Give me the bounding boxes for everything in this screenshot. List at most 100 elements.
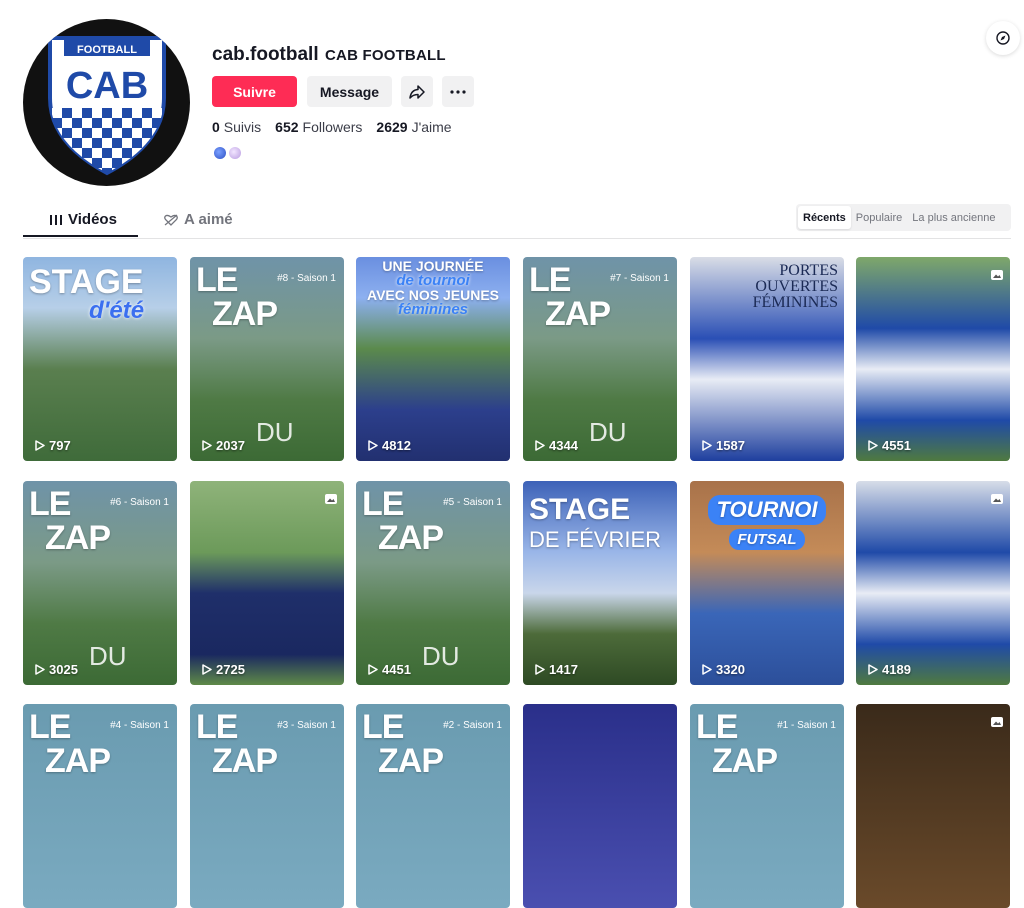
video-card[interactable]: LE ZAP #4 - Saison 1 — [23, 704, 177, 908]
video-view-count: 3320 — [702, 662, 745, 677]
video-card[interactable]: DU LE ZAP #7 - Saison 1 4344 — [523, 257, 677, 461]
video-episode-label: #7 - Saison 1 — [610, 273, 669, 284]
video-view-count: 4551 — [868, 438, 911, 453]
video-card[interactable]: LE ZAP #2 - Saison 1 — [356, 704, 510, 908]
video-card[interactable]: DU LE ZAP #6 - Saison 1 3025 — [23, 481, 177, 685]
play-icon — [702, 440, 712, 451]
video-card[interactable]: STAGE d'été 797 — [23, 257, 177, 461]
profile-stats: 0 Suivis 652 Followers 2629 J'aime — [212, 119, 452, 135]
play-icon — [868, 664, 878, 675]
video-view-count: 797 — [35, 438, 71, 453]
tab-videos-label: Vidéos — [68, 211, 117, 228]
video-card[interactable]: 2725 — [190, 481, 344, 685]
hidden-heart-icon — [164, 214, 178, 226]
video-cover-subtitle: DU — [256, 417, 294, 447]
video-cover-title: PORTES OUVERTES FÉMININES — [752, 262, 838, 311]
play-icon — [702, 664, 712, 675]
avatar[interactable]: FOOTBALL CAB — [23, 19, 190, 186]
cab-logo: FOOTBALL CAB — [47, 35, 166, 175]
video-view-count: 4344 — [535, 438, 578, 453]
message-button[interactable]: Message — [307, 76, 392, 107]
share-icon — [409, 84, 425, 99]
video-episode-label: #6 - Saison 1 — [110, 497, 169, 508]
video-card[interactable]: PORTES OUVERTES FÉMININES 1587 — [690, 257, 844, 461]
video-thumbnail — [856, 257, 1010, 461]
video-card[interactable]: 4551 — [856, 257, 1010, 461]
video-view-count: 1417 — [535, 662, 578, 677]
video-view-count: 2725 — [202, 662, 245, 677]
play-icon — [535, 664, 545, 675]
play-icon — [202, 664, 212, 675]
photo-carousel-icon — [991, 270, 1003, 280]
video-episode-label: #1 - Saison 1 — [777, 720, 836, 731]
profile-nickname: CAB FOOTBALL — [325, 47, 446, 64]
video-thumbnail — [190, 481, 344, 685]
video-thumbnail — [856, 704, 1010, 908]
followers-stat[interactable]: 652 Followers — [275, 119, 362, 135]
video-card[interactable]: LE ZAP #3 - Saison 1 — [190, 704, 344, 908]
sort-popular[interactable]: Populaire — [851, 206, 907, 229]
video-cover-subtitle: DU — [89, 641, 127, 671]
video-cover-title: STAGE DE FÉVRIER — [529, 493, 662, 552]
video-card[interactable]: 4189 — [856, 481, 1010, 685]
photo-carousel-icon — [325, 494, 337, 504]
video-episode-label: #3 - Saison 1 — [277, 720, 336, 731]
video-cover-subtitle: DU — [422, 641, 460, 671]
svg-text:CAB: CAB — [65, 65, 147, 107]
sort-selector: Récents Populaire La plus ancienne — [796, 204, 1011, 231]
video-episode-label: #5 - Saison 1 — [443, 497, 502, 508]
video-cover-subtitle: DU — [589, 417, 627, 447]
video-card[interactable]: TOURNOI FUTSAL 3320 — [690, 481, 844, 685]
sort-oldest[interactable]: La plus ancienne — [907, 206, 1000, 229]
play-icon — [35, 440, 45, 451]
video-view-count: 1587 — [702, 438, 745, 453]
more-options-button[interactable] — [442, 76, 474, 107]
video-thumbnail — [523, 704, 677, 908]
video-cover-title: TOURNOI FUTSAL — [696, 495, 838, 550]
badge-dot-blue — [214, 147, 226, 159]
video-view-count: 4812 — [368, 438, 411, 453]
video-card[interactable] — [523, 704, 677, 908]
video-episode-label: #4 - Saison 1 — [110, 720, 169, 731]
video-thumbnail — [856, 481, 1010, 685]
tab-videos[interactable]: Vidéos — [50, 211, 117, 228]
video-card[interactable]: LE ZAP #1 - Saison 1 — [690, 704, 844, 908]
play-icon — [368, 440, 378, 451]
video-view-count: 4451 — [368, 662, 411, 677]
video-view-count: 2037 — [202, 438, 245, 453]
photo-carousel-icon — [991, 494, 1003, 504]
sort-recent[interactable]: Récents — [798, 206, 851, 229]
video-episode-label: #2 - Saison 1 — [443, 720, 502, 731]
likes-stat: 2629 J'aime — [376, 119, 452, 135]
profile-username: cab.football — [212, 44, 319, 65]
badge-dots[interactable] — [214, 147, 241, 159]
play-icon — [868, 440, 878, 451]
compass-button[interactable] — [986, 21, 1020, 55]
video-view-count: 3025 — [35, 662, 78, 677]
play-icon — [368, 664, 378, 675]
more-icon — [450, 89, 466, 94]
video-card[interactable]: DU LE ZAP #5 - Saison 1 4451 — [356, 481, 510, 685]
video-episode-label: #8 - Saison 1 — [277, 273, 336, 284]
video-cover-title: UNE JOURNÉE de tournoi AVEC NOS JEUNES fémi… — [367, 258, 499, 318]
video-cover-title: STAGE d'été — [29, 263, 145, 324]
play-icon — [202, 440, 212, 451]
compass-icon — [996, 31, 1010, 45]
tab-liked-label: A aimé — [184, 211, 233, 228]
photo-carousel-icon — [991, 717, 1003, 727]
video-card[interactable]: STAGE DE FÉVRIER 1417 — [523, 481, 677, 685]
video-view-count: 4189 — [868, 662, 911, 677]
svg-text:FOOTBALL: FOOTBALL — [77, 44, 137, 56]
video-card[interactable]: DU LE ZAP #8 - Saison 1 2037 — [190, 257, 344, 461]
video-card[interactable]: UNE JOURNÉE de tournoi AVEC NOS JEUNES fémi… — [356, 257, 510, 461]
play-icon — [35, 664, 45, 675]
play-icon — [535, 440, 545, 451]
video-card[interactable] — [856, 704, 1010, 908]
following-stat[interactable]: 0 Suivis — [212, 119, 261, 135]
grid-icon — [50, 214, 62, 225]
badge-dot-purple — [229, 147, 241, 159]
follow-button[interactable]: Suivre — [212, 76, 297, 107]
share-button[interactable] — [401, 76, 433, 107]
active-tab-indicator — [23, 235, 138, 237]
tab-liked[interactable]: A aimé — [164, 211, 233, 228]
